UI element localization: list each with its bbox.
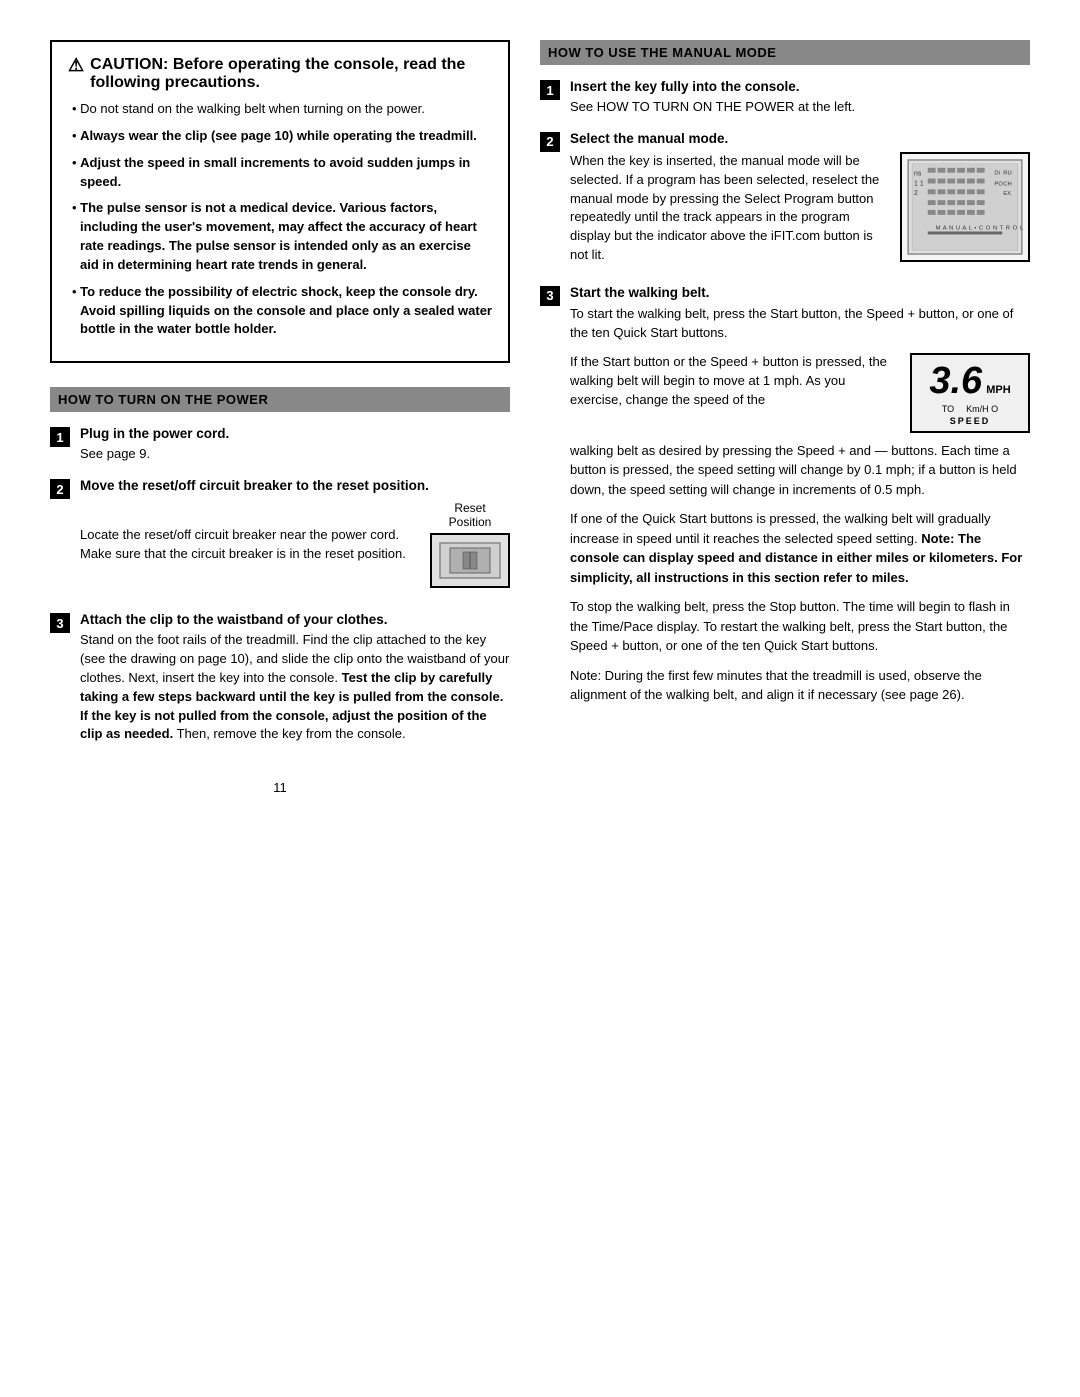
manual-step-3-p3: If one of the Quick Start buttons is pre… xyxy=(570,509,1030,587)
manual-step-3-p1: To start the walking belt, press the Sta… xyxy=(570,304,1030,343)
svg-text:CH: CH xyxy=(1003,181,1012,187)
page-number: 11 xyxy=(50,780,510,795)
svg-text:EX: EX xyxy=(1003,191,1011,197)
manual-step-3-content: Start the walking belt. To start the wal… xyxy=(570,285,1030,715)
step-1-body: See page 9. xyxy=(80,445,510,464)
manual-step-3: 3 Start the walking belt. To start the w… xyxy=(540,285,1030,715)
manual-step-3-p2: walking belt as desired by pressing the … xyxy=(570,441,1030,500)
console-display-icon: ns Di RU 1 1 PO CH 2 EX xyxy=(905,158,1025,256)
svg-text:2: 2 xyxy=(914,190,918,197)
caution-bullet-list: Do not stand on the walking belt when tu… xyxy=(68,100,492,339)
manual-step-1: 1 Insert the key fully into the console.… xyxy=(540,79,1030,117)
svg-text:PO: PO xyxy=(994,181,1003,187)
manual-step-1-content: Insert the key fully into the console. S… xyxy=(570,79,1030,117)
power-step-1: 1 Plug in the power cord. See page 9. xyxy=(50,426,510,464)
reset-diagram: ResetPosition xyxy=(430,501,510,588)
manual-step-2-title: Select the manual mode. xyxy=(570,131,1030,146)
step-1-title: Plug in the power cord. xyxy=(80,426,510,441)
caution-bullet-1: Do not stand on the walking belt when tu… xyxy=(68,100,492,119)
speed-footer-label: SPEED xyxy=(950,416,991,426)
manual-mode-header: HOW TO USE THE MANUAL MODE xyxy=(540,40,1030,65)
caution-title-text: CAUTION: Before operating the console, r… xyxy=(90,56,492,92)
page-container: ⚠ CAUTION: Before operating the console,… xyxy=(50,40,1030,795)
svg-text:1: 1 xyxy=(920,180,924,187)
speed-mph-label: MPH xyxy=(986,384,1010,396)
caution-bullet-2: Always wear the clip (see page 10) while… xyxy=(68,127,492,146)
speed-to-label: TO xyxy=(942,404,954,414)
caution-triangle-icon: ⚠ xyxy=(68,56,84,74)
caution-bullet-5: To reduce the possibility of electric sh… xyxy=(68,283,492,340)
power-step-2: 2 Move the reset/off circuit breaker to … xyxy=(50,478,510,598)
manual-step-2-number: 2 xyxy=(540,132,560,152)
step-2-content: Move the reset/off circuit breaker to th… xyxy=(80,478,510,598)
caution-title: ⚠ CAUTION: Before operating the console,… xyxy=(68,56,492,92)
step-3-title: Attach the clip to the waistband of your… xyxy=(80,612,510,627)
step-1-number: 1 xyxy=(50,427,70,447)
step-1-content: Plug in the power cord. See page 9. xyxy=(80,426,510,464)
left-column: ⚠ CAUTION: Before operating the console,… xyxy=(50,40,510,795)
speed-display-box: 3.6 MPH TO Km/H O SPEED xyxy=(910,353,1030,433)
right-column: HOW TO USE THE MANUAL MODE 1 Insert the … xyxy=(540,40,1030,795)
manual-step-3-p5: Note: During the first few minutes that … xyxy=(570,666,1030,705)
turn-on-power-header: HOW TO TURN ON THE POWER xyxy=(50,387,510,412)
manual-illustration: When the key is inserted, the manual mod… xyxy=(570,152,1030,265)
manual-step-3-number: 3 xyxy=(540,286,560,306)
caution-label: CAUTION: xyxy=(90,56,168,73)
manual-step-1-number: 1 xyxy=(540,80,560,100)
power-step-3: 3 Attach the clip to the waistband of yo… xyxy=(50,612,510,750)
step-2-title: Move the reset/off circuit breaker to th… xyxy=(80,478,510,493)
speed-readout: 3.6 MPH xyxy=(929,360,1010,403)
manual-display-box: ns Di RU 1 1 PO CH 2 EX xyxy=(900,152,1030,262)
speed-kmh-label: Km/H O xyxy=(966,404,998,414)
manual-step-1-title: Insert the key fully into the console. xyxy=(570,79,1030,94)
caution-bullet-4: The pulse sensor is not a medical device… xyxy=(68,199,492,274)
speed-units-row: TO Km/H O xyxy=(942,404,998,414)
manual-step-2: 2 Select the manual mode. When the key i… xyxy=(540,131,1030,271)
reset-illustration: Locate the reset/off circuit breaker nea… xyxy=(80,501,510,588)
manual-step-3-p4: To stop the walking belt, press the Stop… xyxy=(570,597,1030,656)
caution-box: ⚠ CAUTION: Before operating the console,… xyxy=(50,40,510,363)
step-3-body: Stand on the foot rails of the treadmill… xyxy=(80,631,510,744)
manual-step-3-title: Start the walking belt. xyxy=(570,285,1030,300)
caution-bullet-3: Adjust the speed in small increments to … xyxy=(68,154,492,192)
step-2-number: 2 xyxy=(50,479,70,499)
svg-text:RU: RU xyxy=(1003,171,1012,177)
reset-label: ResetPosition xyxy=(449,501,492,529)
reset-switch-icon xyxy=(435,538,505,583)
svg-text:Di: Di xyxy=(994,171,1000,177)
step-3-content: Attach the clip to the waistband of your… xyxy=(80,612,510,750)
speed-value: 3.6 xyxy=(929,360,982,403)
svg-text:M A N U A L • C O N T R O L: M A N U A L • C O N T R O L xyxy=(936,225,1024,231)
speed-text-block: If the Start button or the Speed + butto… xyxy=(570,353,896,410)
manual-step-2-content: Select the manual mode. When the key is … xyxy=(570,131,1030,271)
manual-step-1-body: See HOW TO TURN ON THE POWER at the left… xyxy=(570,98,1030,117)
step-2-body-text: Locate the reset/off circuit breaker nea… xyxy=(80,526,414,564)
speed-illustration: If the Start button or the Speed + butto… xyxy=(570,353,1030,433)
step-3-number: 3 xyxy=(50,613,70,633)
svg-text:ns: ns xyxy=(914,170,922,177)
svg-text:1: 1 xyxy=(914,180,918,187)
manual-text-block: When the key is inserted, the manual mod… xyxy=(570,152,886,265)
reset-box xyxy=(430,533,510,588)
